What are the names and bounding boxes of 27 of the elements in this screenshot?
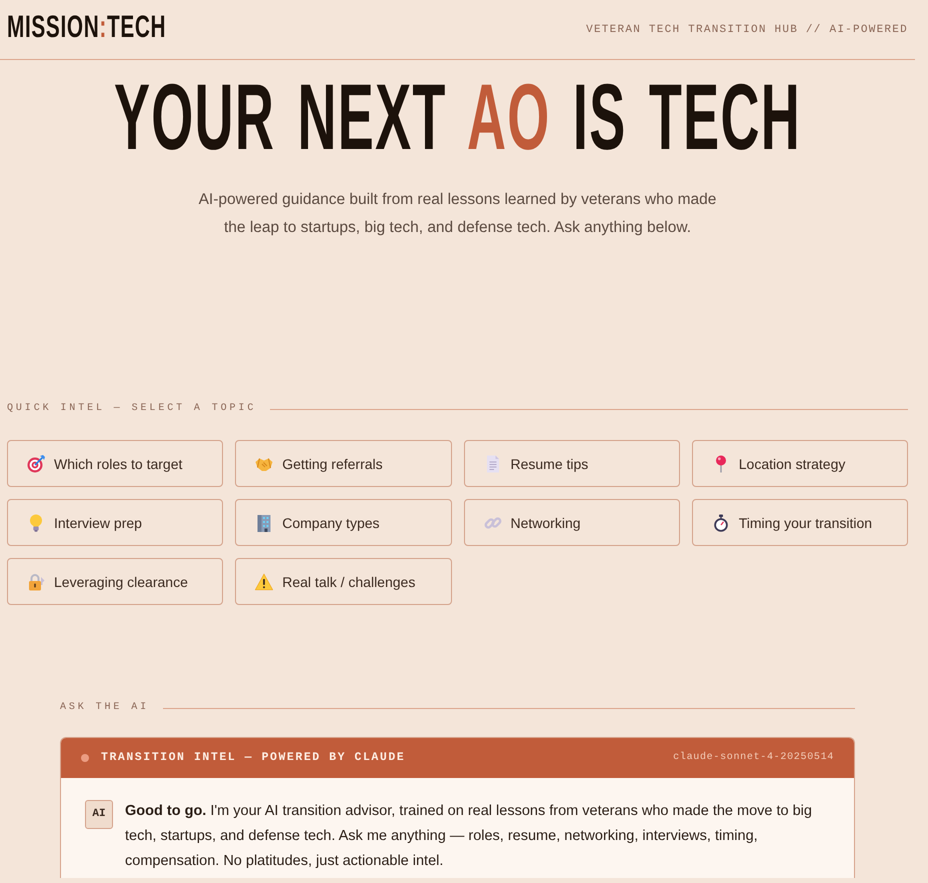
- target-icon: [27, 454, 45, 472]
- status-dot-icon: [81, 754, 89, 762]
- section-label: QUICK INTEL — SELECT A TOPIC: [7, 402, 256, 416]
- headline: YOUR NEXT AO IS TECH: [114, 71, 802, 164]
- topic-button[interactable]: Timing your transition: [692, 499, 908, 546]
- tagline: VETERAN TECH TRANSITION HUB // AI-POWERED: [586, 23, 908, 37]
- topic-button[interactable]: Real talk / challenges: [235, 558, 452, 605]
- avatar-badge: AI: [85, 800, 113, 829]
- topic-button[interactable]: Networking: [464, 499, 680, 546]
- topic-button[interactable]: Leveraging clearance: [7, 558, 224, 605]
- topic-button[interactable]: Getting referrals: [235, 440, 452, 487]
- topic-button[interactable]: Location strategy: [692, 440, 908, 487]
- topic-button[interactable]: Resume tips: [464, 440, 680, 487]
- chat-title: TRANSITION INTEL — POWERED BY CLAUDE: [101, 751, 406, 765]
- section-label: ASK THE AI: [60, 701, 150, 715]
- topic-button[interactable]: Company types: [235, 499, 452, 546]
- topic-button[interactable]: Interview prep: [7, 499, 224, 546]
- topic-button[interactable]: Which roles to target: [7, 440, 224, 487]
- lock-icon: [27, 572, 45, 590]
- lightbulb-icon: [27, 514, 45, 532]
- building-icon: [255, 514, 274, 532]
- logo: MISSION:TECH: [7, 10, 166, 44]
- model-name: claude-sonnet-4-20250514: [673, 751, 834, 765]
- stopwatch-icon: [712, 514, 730, 532]
- subtitle: AI-powered guidance built from real lessons learned by veterans who made the leap to startups, big tech, and defense tech. Ask anything below.: [198, 190, 718, 238]
- message-text: Good to go. I'm your AI transition advisor, trained on real lessons from veterans who made the move to big tech, startups, and defense tech. Ask me anything — roles, resume, networking, interviews, timing, compensation. No platitudes, just actionable intel.: [125, 802, 813, 871]
- warning-icon: [255, 572, 274, 590]
